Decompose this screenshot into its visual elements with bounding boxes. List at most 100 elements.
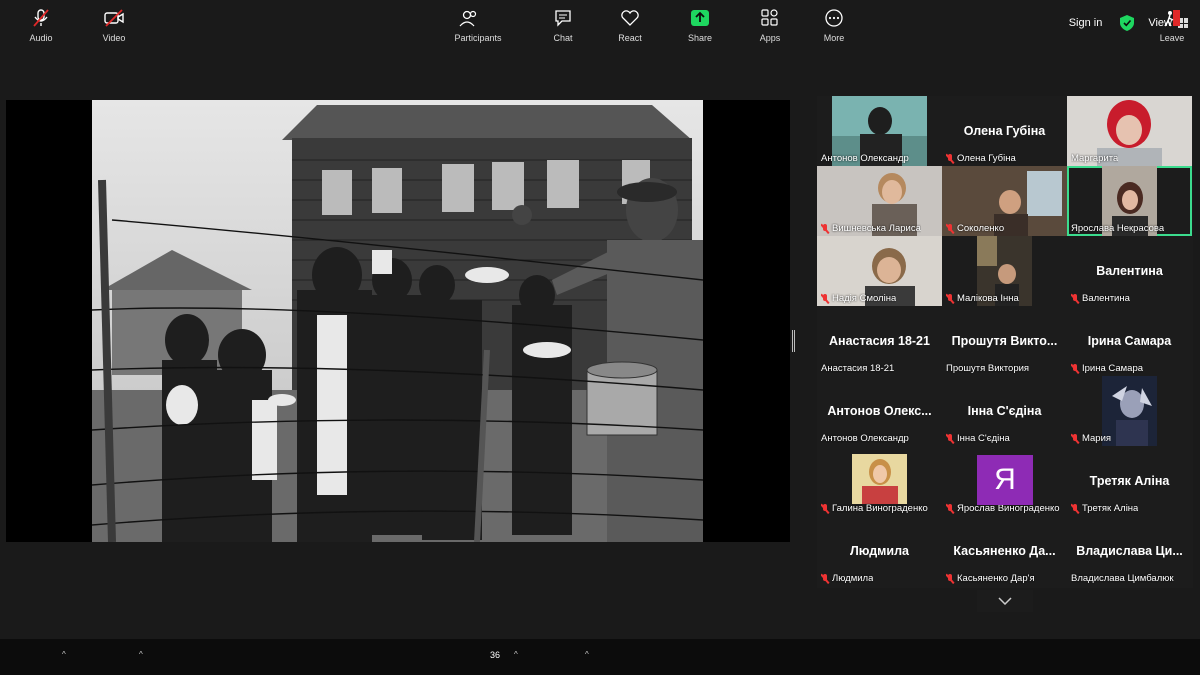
participant-name: Антонов Олександр	[821, 433, 909, 444]
participant-name: Третяк Аліна	[1071, 503, 1138, 514]
participant-tile[interactable]: Маргарита	[1067, 96, 1192, 166]
mic-muted-icon	[946, 573, 954, 584]
mic-muted-icon	[946, 433, 954, 444]
participant-tile[interactable]: Галина Винограденко	[817, 446, 942, 516]
participant-tile[interactable]: Прошутя Викто... Прошутя Виктория	[942, 306, 1067, 376]
participant-name: Інна С'єдіна	[946, 433, 1010, 444]
participant-tile[interactable]: Валентина Валентина	[1067, 236, 1192, 306]
video-off-icon	[104, 9, 124, 27]
mic-muted-icon	[31, 9, 51, 27]
share-screen-icon	[690, 9, 710, 27]
audio-options-caret[interactable]: ^	[62, 650, 66, 659]
participant-name: Ярослава Некрасова	[1071, 223, 1165, 234]
participants-icon	[459, 9, 479, 27]
participant-name: Маргарита	[1071, 153, 1119, 164]
more-button[interactable]: More	[818, 0, 850, 43]
participant-name: Касьяненко Дар'я	[946, 573, 1035, 584]
participant-display-name: Третяк Аліна	[1089, 474, 1170, 488]
participant-name: Анастасия 18-21	[821, 363, 895, 374]
meeting-toolbar	[0, 639, 1200, 675]
chat-icon	[553, 9, 573, 27]
participant-tile[interactable]: Інна С'єдіна Інна С'єдіна	[942, 376, 1067, 446]
participant-tile[interactable]: Владислава Ци... Владислава Цимбалюк	[1067, 516, 1192, 586]
participant-display-name: Антонов Олекс...	[827, 404, 932, 418]
participant-name: Галина Винограденко	[821, 503, 928, 514]
mic-muted-icon	[946, 153, 954, 164]
participant-tile[interactable]: Третяк Аліна Третяк Аліна	[1067, 446, 1192, 516]
mic-muted-icon	[946, 223, 954, 234]
participant-tile[interactable]: Мария	[1067, 376, 1192, 446]
mic-muted-icon	[821, 223, 829, 234]
mic-muted-icon	[1071, 433, 1079, 444]
audio-button[interactable]: Audio	[24, 0, 58, 43]
participant-display-name: Інна С'єдіна	[967, 404, 1042, 418]
participant-tile[interactable]: Людмила Людмила	[817, 516, 942, 586]
video-options-caret[interactable]: ^	[139, 650, 143, 659]
video-button[interactable]: Video	[96, 0, 132, 43]
mic-muted-icon	[946, 503, 954, 514]
participant-name: Надія Смоліна	[821, 293, 896, 304]
participant-tile[interactable]: Касьяненко Да... Касьяненко Дар'я	[942, 516, 1067, 586]
participant-tile[interactable]: Вишневська Лариса	[817, 166, 942, 236]
participant-name: Олена Губіна	[946, 153, 1016, 164]
historical-photo-image	[92, 100, 703, 542]
sign-in-button[interactable]: Sign in	[1060, 14, 1111, 32]
participant-display-name: Владислава Ци...	[1076, 544, 1183, 558]
gallery-next-page-button[interactable]	[977, 590, 1033, 612]
participant-tile[interactable]: Антонов Олекс... Антонов Олександр	[817, 376, 942, 446]
mic-muted-icon	[1071, 363, 1079, 374]
participant-display-name: Анастасия 18-21	[829, 334, 930, 348]
participant-name: Вишневська Лариса	[821, 223, 921, 234]
participant-name: Ірина Самара	[1071, 363, 1143, 374]
participant-display-name: Людмила	[849, 544, 910, 558]
mic-muted-icon	[821, 503, 829, 514]
participant-name: Валентина	[1071, 293, 1130, 304]
mic-muted-icon	[946, 293, 954, 304]
participant-name: Соколенко	[946, 223, 1004, 234]
leave-button[interactable]: Leave	[1156, 0, 1188, 43]
security-shield-icon[interactable]	[1120, 15, 1135, 31]
participants-count: 36	[490, 650, 501, 660]
mic-muted-icon	[1071, 503, 1079, 514]
participant-tile[interactable]: Надія Смоліна	[817, 236, 942, 306]
share-button[interactable]: Share	[684, 0, 716, 43]
participant-letter-avatar: Я	[977, 455, 1033, 505]
chevron-down-icon	[998, 597, 1012, 605]
participant-display-name: Ірина Самара	[1087, 334, 1172, 348]
participant-display-name: Олена Губіна	[963, 124, 1046, 138]
participant-tile[interactable]: Анастасия 18-21 Анастасия 18-21	[817, 306, 942, 376]
participant-tile[interactable]: Олена Губіна Олена Губіна	[942, 96, 1067, 166]
mic-muted-icon	[1071, 293, 1079, 304]
heart-icon	[620, 9, 640, 27]
shared-screen	[6, 100, 790, 542]
apps-icon	[760, 9, 780, 27]
mic-muted-icon	[821, 573, 829, 584]
participant-name: Мария	[1071, 433, 1111, 444]
participants-options-caret[interactable]: ^	[514, 650, 518, 659]
apps-button[interactable]: Apps	[754, 0, 786, 43]
participant-display-name: Касьяненко Да...	[953, 544, 1056, 558]
shared-photo	[92, 100, 703, 542]
chat-button[interactable]: Chat	[548, 0, 578, 43]
participant-name: Малікова Інна	[946, 293, 1019, 304]
participant-tile-active-speaker[interactable]: Ярослава Некрасова	[1067, 166, 1192, 236]
leave-icon	[1162, 9, 1182, 27]
react-button[interactable]: React	[614, 0, 646, 43]
participant-name: Прошутя Виктория	[946, 363, 1030, 374]
participant-name: Владислава Цимбалюк	[1071, 573, 1174, 584]
participant-display-name: Прошутя Викто...	[951, 334, 1058, 348]
participant-tile[interactable]: Ірина Самара Ірина Самара	[1067, 306, 1192, 376]
participant-tile[interactable]: Малікова Інна	[942, 236, 1067, 306]
participant-name: Антонов Олександр	[821, 153, 909, 164]
more-dots-icon	[824, 9, 844, 27]
participant-name: Людмила	[821, 573, 873, 584]
participant-display-name: Валентина	[1096, 264, 1163, 278]
resize-handle[interactable]	[792, 330, 795, 352]
participant-tile[interactable]: Соколенко	[942, 166, 1067, 236]
participant-avatar-image	[852, 454, 907, 504]
participant-gallery: Антонов Олександр Олена Губіна Олена Губ…	[817, 96, 1193, 588]
mic-muted-icon	[821, 293, 829, 304]
chat-options-caret[interactable]: ^	[585, 650, 589, 659]
participants-button[interactable]: Participants	[450, 0, 506, 43]
participant-tile[interactable]: Антонов Олександр	[817, 96, 942, 166]
